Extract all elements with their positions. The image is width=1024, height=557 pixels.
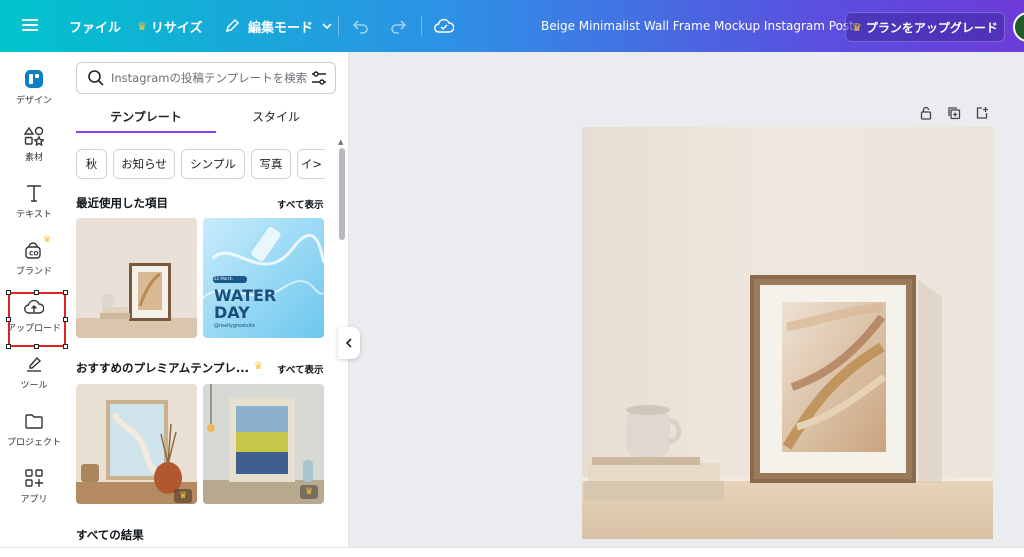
crown-icon: ♛ xyxy=(254,361,263,372)
upgrade-label: プランをアップグレード xyxy=(865,20,998,35)
chip-announcement[interactable]: お知らせ xyxy=(113,149,175,179)
recent-see-all-link[interactable]: すべて表示 xyxy=(277,197,323,211)
crown-icon: ♛ xyxy=(137,19,147,33)
tab-styles[interactable]: スタイル xyxy=(216,100,336,132)
rail-label-tools: ツール xyxy=(20,381,48,391)
rail-item-text[interactable]: テキスト xyxy=(0,176,68,228)
chevron-left-icon xyxy=(345,338,352,348)
crown-icon: ♛ xyxy=(43,235,52,245)
crown-icon: ♛ xyxy=(852,20,862,34)
search-placeholder[interactable]: Instagramの投稿テンプレートを検索 xyxy=(111,70,307,86)
rail-label-elements: 素材 xyxy=(24,153,43,163)
edit-mode-button[interactable]: 編集モード xyxy=(224,0,333,52)
toolbar-divider xyxy=(421,16,422,36)
apps-icon xyxy=(23,467,45,489)
water-day-handle: @reallygreatsite xyxy=(214,323,256,329)
chip-more[interactable]: イ> xyxy=(297,149,325,179)
selection-highlight xyxy=(8,292,66,347)
selection-handle xyxy=(6,290,11,295)
rail-label-design: デザイン xyxy=(15,96,52,106)
crown-icon: ♛ xyxy=(174,489,192,503)
templates-panel: Instagramの投稿テンプレートを検索 テンプレート スタイル 秋 お知らせ… xyxy=(68,52,349,557)
undo-icon[interactable] xyxy=(349,14,373,38)
resize-button[interactable]: ♛ リサイズ xyxy=(137,0,203,52)
selection-handle xyxy=(6,344,11,349)
chip-simple[interactable]: シンプル xyxy=(181,149,245,179)
rail-item-tools[interactable]: ツール xyxy=(0,347,68,399)
menu-icon[interactable] xyxy=(22,16,42,36)
design-canvas[interactable] xyxy=(582,127,993,539)
brand-icon: CO ♛ xyxy=(23,235,51,261)
avatar[interactable] xyxy=(1013,12,1024,42)
redo-icon[interactable] xyxy=(386,14,410,38)
file-menu-button[interactable]: ファイル xyxy=(69,0,121,52)
rail-item-brand[interactable]: CO ♛ ブランド xyxy=(0,233,68,285)
upgrade-button[interactable]: ♛ プランをアップグレード xyxy=(845,12,1005,42)
active-tab-indicator xyxy=(76,131,216,133)
file-menu-label: ファイル xyxy=(69,20,122,36)
all-results-title: すべての結果 xyxy=(76,528,144,542)
add-page-icon[interactable] xyxy=(973,104,991,122)
premium-see-all-link[interactable]: すべて表示 xyxy=(277,362,323,376)
svg-text:CO: CO xyxy=(29,251,39,258)
recent-template-water-day[interactable]: 22 March WATER DAY @reallygreatsite xyxy=(203,218,324,338)
premium-template-1[interactable] xyxy=(76,384,197,504)
search-icon xyxy=(88,70,104,86)
rail-label-brand: ブランド xyxy=(15,267,52,277)
duplicate-page-icon[interactable] xyxy=(945,104,963,122)
text-icon xyxy=(23,182,45,204)
selection-handle xyxy=(34,290,39,295)
rail-item-apps[interactable]: アプリ xyxy=(0,461,68,513)
folder-icon xyxy=(23,410,45,432)
chevron-down-icon xyxy=(322,23,332,30)
tab-templates[interactable]: テンプレート xyxy=(76,100,216,132)
top-bar: ファイル ♛ リサイズ 編集モード Beige Minimalist Wall … xyxy=(0,0,1024,52)
selection-handle xyxy=(34,344,39,349)
rail-item-design[interactable]: デザイン xyxy=(0,62,68,114)
rail-item-projects[interactable]: プロジェクト xyxy=(0,404,68,456)
chip-autumn[interactable]: 秋 xyxy=(76,149,107,179)
selection-handle xyxy=(6,317,11,322)
search-field[interactable]: Instagramの投稿テンプレートを検索 xyxy=(76,62,336,94)
collapse-panel-button[interactable] xyxy=(338,327,360,359)
rail-label-projects: プロジェクト xyxy=(6,438,61,448)
premium-template-1-thumbnail xyxy=(76,384,197,504)
water-day-title-line2: DAY xyxy=(214,303,250,322)
water-day-badge: 22 March xyxy=(214,276,233,281)
edit-mode-label: 編集モード xyxy=(248,20,314,36)
elements-icon xyxy=(23,125,45,147)
crown-icon: ♛ xyxy=(300,485,318,499)
lock-icon[interactable] xyxy=(917,104,935,122)
cloud-sync-icon[interactable] xyxy=(432,14,456,38)
design-icon xyxy=(23,68,45,90)
draw-icon xyxy=(23,353,45,375)
recent-template-frame-mockup[interactable] xyxy=(76,218,197,338)
filter-icon[interactable] xyxy=(310,69,328,87)
resize-label: リサイズ xyxy=(150,20,203,36)
document-title[interactable]: Beige Minimalist Wall Frame Mockup Insta… xyxy=(541,0,854,52)
panel-scrollbar[interactable] xyxy=(339,148,345,240)
pencil-icon xyxy=(225,18,240,33)
toolbar-divider xyxy=(338,16,339,36)
frame-mockup-artwork xyxy=(582,127,993,539)
rail-label-apps: アプリ xyxy=(20,495,48,505)
premium-template-2[interactable]: ♛ xyxy=(203,384,324,504)
frame-mockup-thumbnail xyxy=(76,218,197,338)
premium-section-title: おすすめのプレミアムテンプレ... xyxy=(76,361,249,375)
recent-section-title: 最近使用した項目 xyxy=(76,196,168,210)
bottom-status-bar xyxy=(0,547,1024,557)
rail-label-text: テキスト xyxy=(16,210,52,220)
scroll-up-arrow[interactable]: ▲ xyxy=(338,138,343,146)
rail-item-elements[interactable]: 素材 xyxy=(0,119,68,171)
chip-photo[interactable]: 写真 xyxy=(251,149,291,179)
